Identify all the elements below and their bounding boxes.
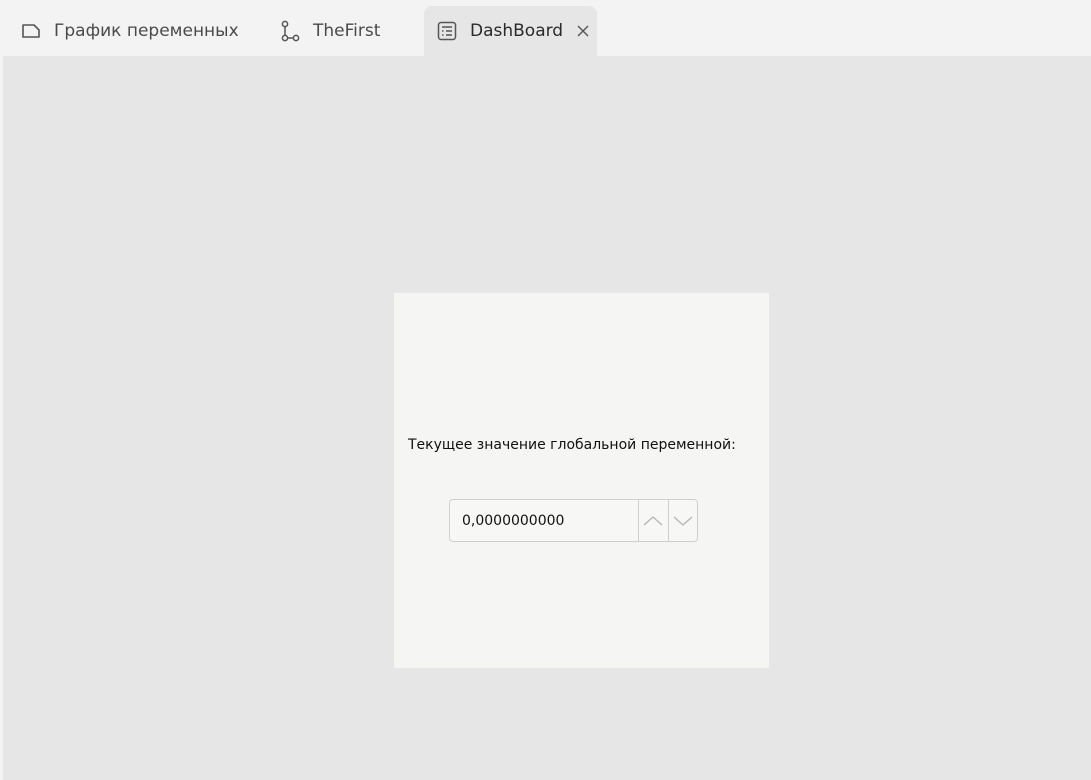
tab-bar: График переменных TheFirst DashBoard xyxy=(0,0,1091,56)
chevron-up-icon xyxy=(643,515,663,525)
tab-variable-chart[interactable]: График переменных xyxy=(20,6,239,56)
global-variable-input[interactable] xyxy=(450,500,638,541)
dashboard-icon xyxy=(436,20,458,42)
increment-button[interactable] xyxy=(638,500,668,541)
document-icon xyxy=(20,20,42,42)
dashboard-widget: Текущее значение глобальной переменной: xyxy=(394,293,769,668)
decrement-button[interactable] xyxy=(667,500,698,541)
close-icon[interactable] xyxy=(575,23,591,39)
tab-label: TheFirst xyxy=(313,21,381,41)
flow-icon xyxy=(279,20,301,42)
tab-label: График переменных xyxy=(54,21,239,41)
tab-thefirst[interactable]: TheFirst xyxy=(279,6,380,56)
dashboard-workspace: Текущее значение глобальной переменной: xyxy=(3,56,1091,780)
tab-dashboard[interactable]: DashBoard xyxy=(424,6,597,56)
global-variable-stepper[interactable] xyxy=(449,499,698,542)
chevron-down-icon xyxy=(673,516,693,526)
global-variable-label: Текущее значение глобальной переменной: xyxy=(408,437,736,453)
tab-label: DashBoard xyxy=(470,21,564,41)
